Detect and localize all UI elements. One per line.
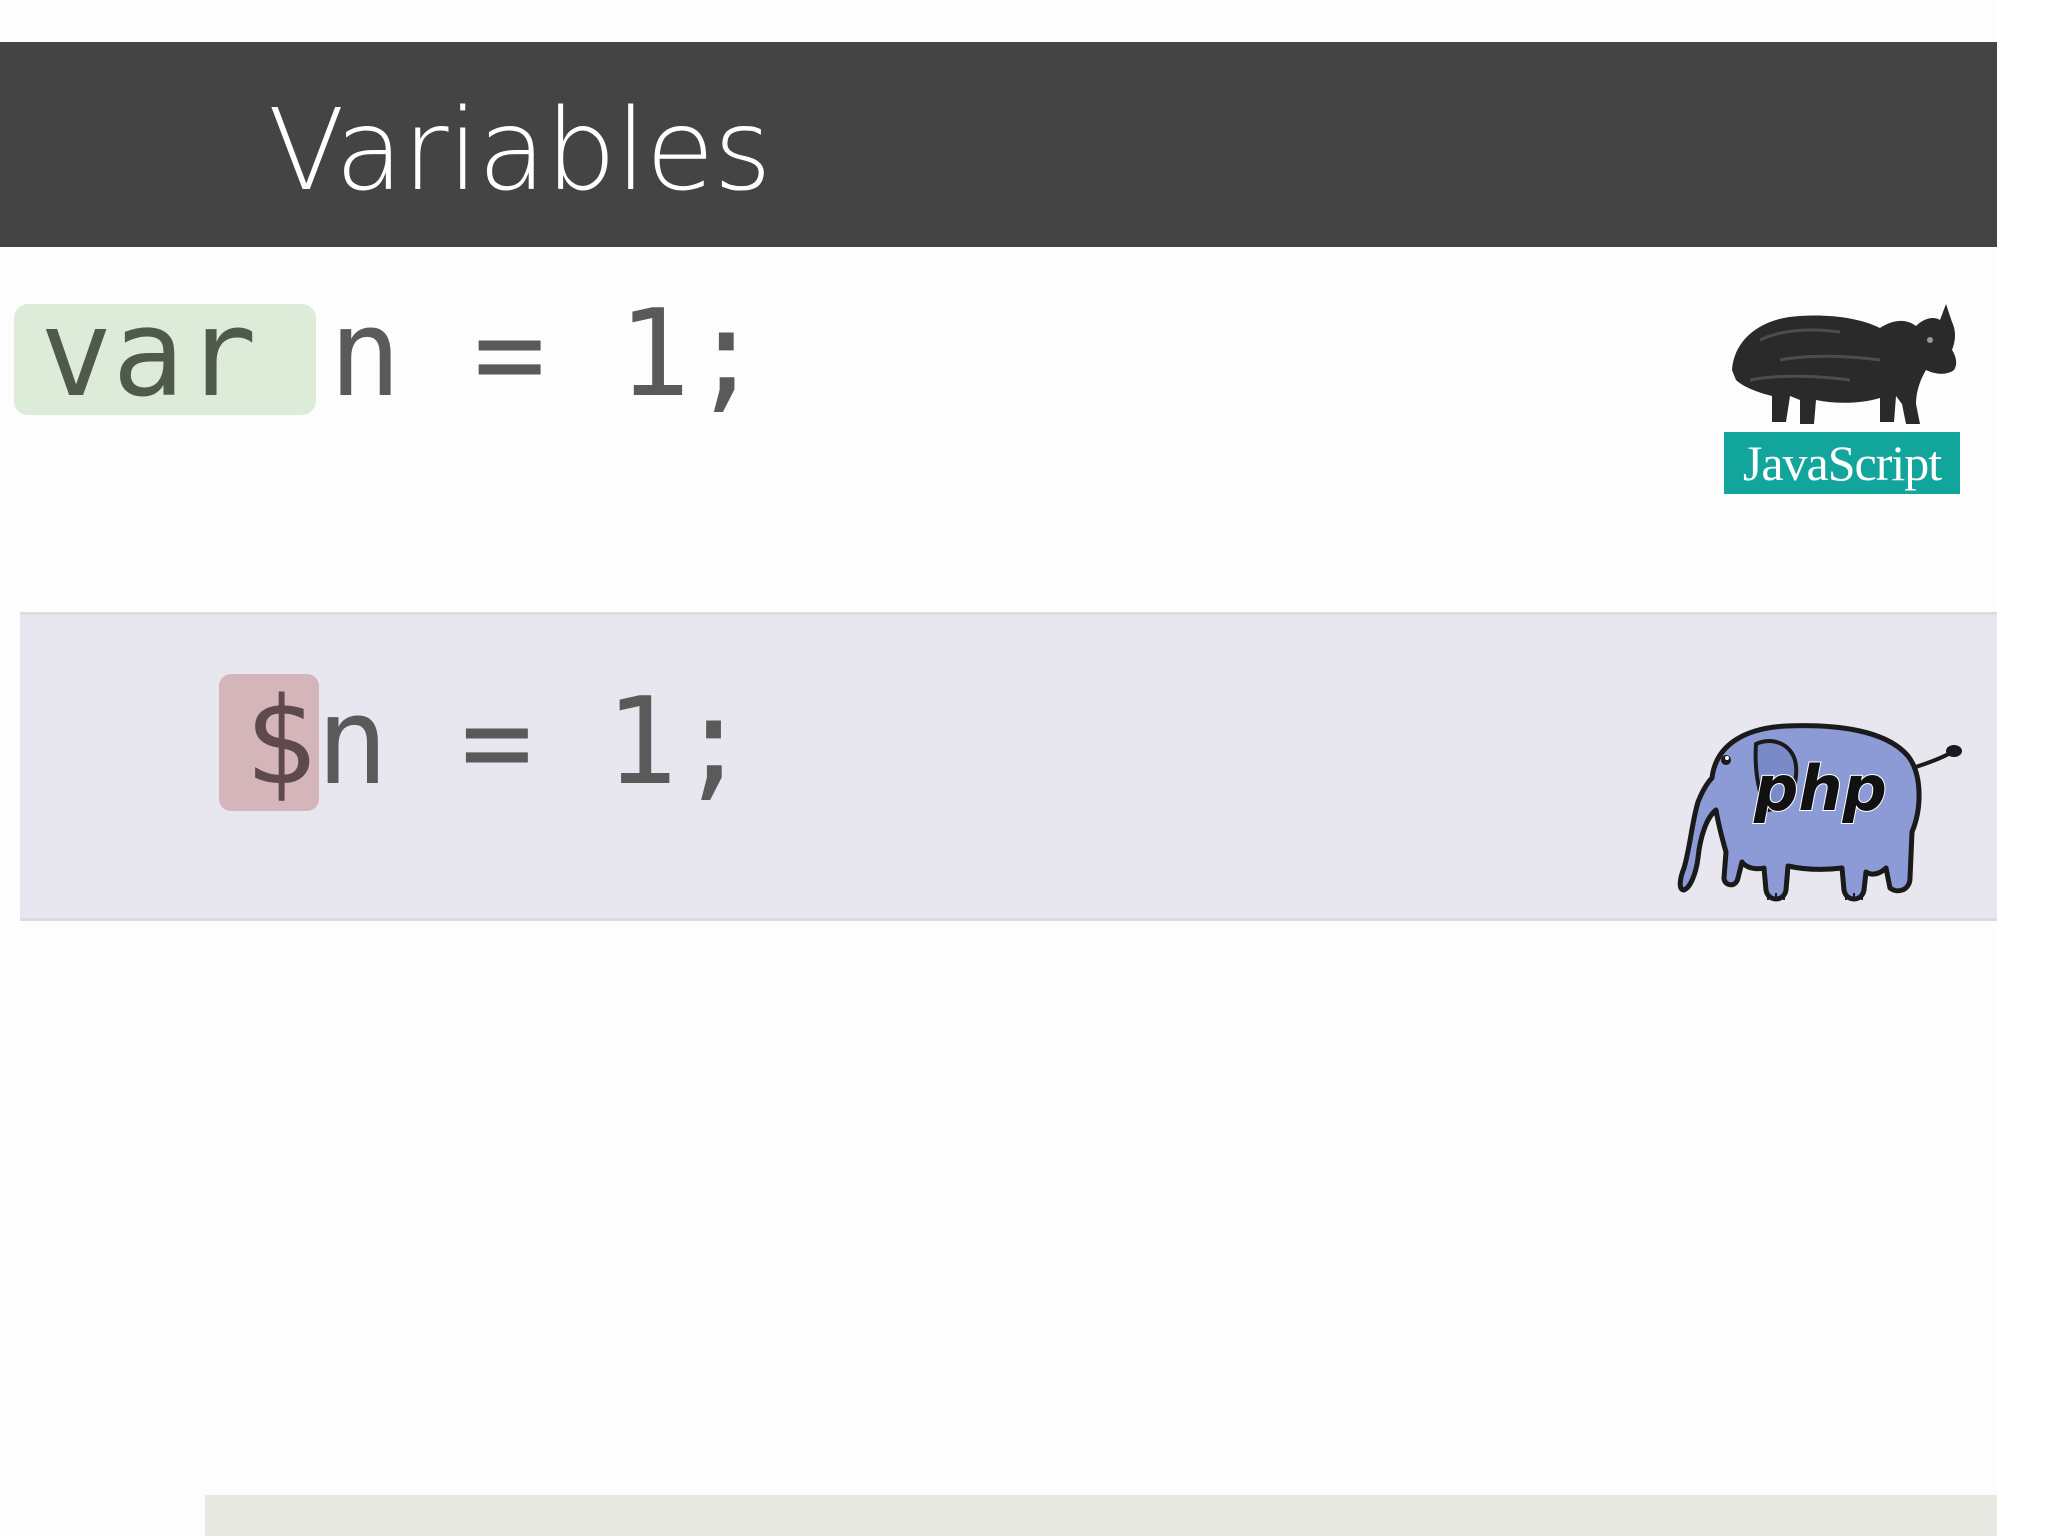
rhino-icon [1732,304,1957,424]
php-assignment: n = 1; [316,673,750,812]
php-logo: php [1676,718,1962,904]
js-var-keyword: var [40,285,329,424]
php-code-line: $n = 1; [244,673,750,813]
javascript-logo-label: JavaScript [1724,432,1960,494]
php-logo-label: php [1753,752,1887,825]
js-code-line: var n = 1; [40,285,762,425]
elephant-icon: php [1677,723,1962,902]
js-assignment: n = 1; [328,285,763,424]
slide-title: Variables [268,86,772,216]
php-dollar-sigil: $ [244,673,317,812]
footer-band [205,1495,1997,1536]
javascript-logo: JavaScript [1720,300,1964,496]
